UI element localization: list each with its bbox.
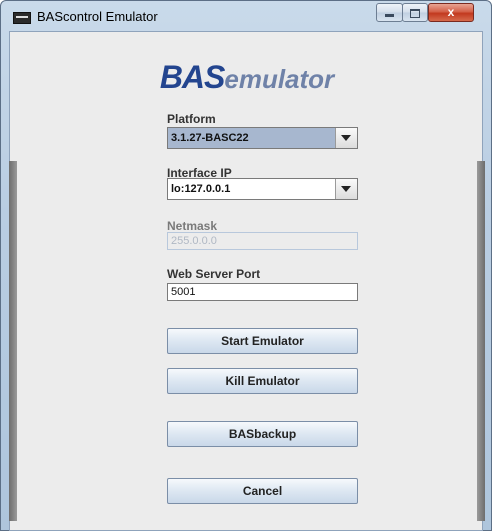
logo-emulator-text: emulator [224, 64, 335, 94]
netmask-field: 255.0.0.0 [167, 232, 358, 250]
bas-emulator-logo: BASemulator [1, 59, 492, 96]
platform-select[interactable]: 3.1.27-BASC22 [167, 127, 358, 149]
left-edge-bar [9, 161, 17, 521]
platform-label: Platform [167, 112, 216, 126]
chevron-down-icon [341, 186, 351, 192]
web-server-port-field[interactable]: 5001 [167, 283, 358, 301]
web-server-port-label: Web Server Port [167, 267, 261, 281]
platform-value: 3.1.27-BASC22 [171, 132, 249, 144]
netmask-label: Netmask [167, 219, 218, 233]
content-panel [9, 31, 483, 531]
platform-dropdown-button[interactable] [335, 128, 357, 148]
basbackup-button[interactable]: BASbackup [167, 421, 358, 447]
title-bar[interactable]: BAScontrol Emulator x [1, 1, 491, 31]
close-button[interactable]: x [428, 3, 474, 22]
cancel-button[interactable]: Cancel [167, 478, 358, 504]
right-edge-bar [477, 161, 485, 521]
kill-emulator-button[interactable]: Kill Emulator [167, 368, 358, 394]
start-emulator-button[interactable]: Start Emulator [167, 328, 358, 354]
logo-bas-text: BAS [159, 59, 226, 95]
app-icon [13, 12, 31, 24]
interface-ip-dropdown-button[interactable] [335, 179, 357, 199]
netmask-value: 255.0.0.0 [171, 235, 217, 247]
web-server-port-value: 5001 [171, 286, 196, 298]
maximize-icon [410, 9, 420, 18]
app-window: BAScontrol Emulator x BASemulator Platfo… [0, 0, 492, 531]
close-icon: x [447, 5, 455, 19]
chevron-down-icon [341, 135, 351, 141]
interface-ip-select[interactable]: lo:127.0.0.1 [167, 178, 358, 200]
minimize-icon [385, 14, 394, 17]
interface-ip-value: lo:127.0.0.1 [171, 183, 231, 195]
maximize-button[interactable] [402, 3, 428, 22]
window-title: BAScontrol Emulator [37, 9, 158, 24]
minimize-button[interactable] [376, 3, 403, 22]
